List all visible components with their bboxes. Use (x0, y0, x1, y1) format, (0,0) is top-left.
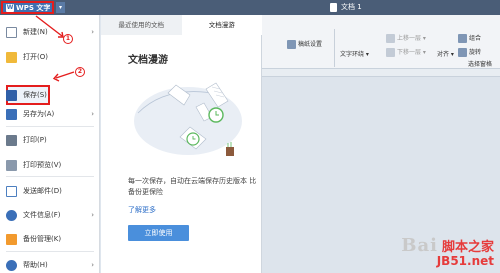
watermark: Bai 脚本之家 JB51.net (374, 228, 494, 268)
annotation-step-1: 1 (63, 34, 73, 44)
annotation-step-2: 2 (75, 67, 85, 77)
watermark-site-name: 脚本之家 (441, 240, 494, 255)
watermark-main: Bai (401, 235, 438, 256)
watermark-site-url: JB51.net (436, 254, 494, 268)
